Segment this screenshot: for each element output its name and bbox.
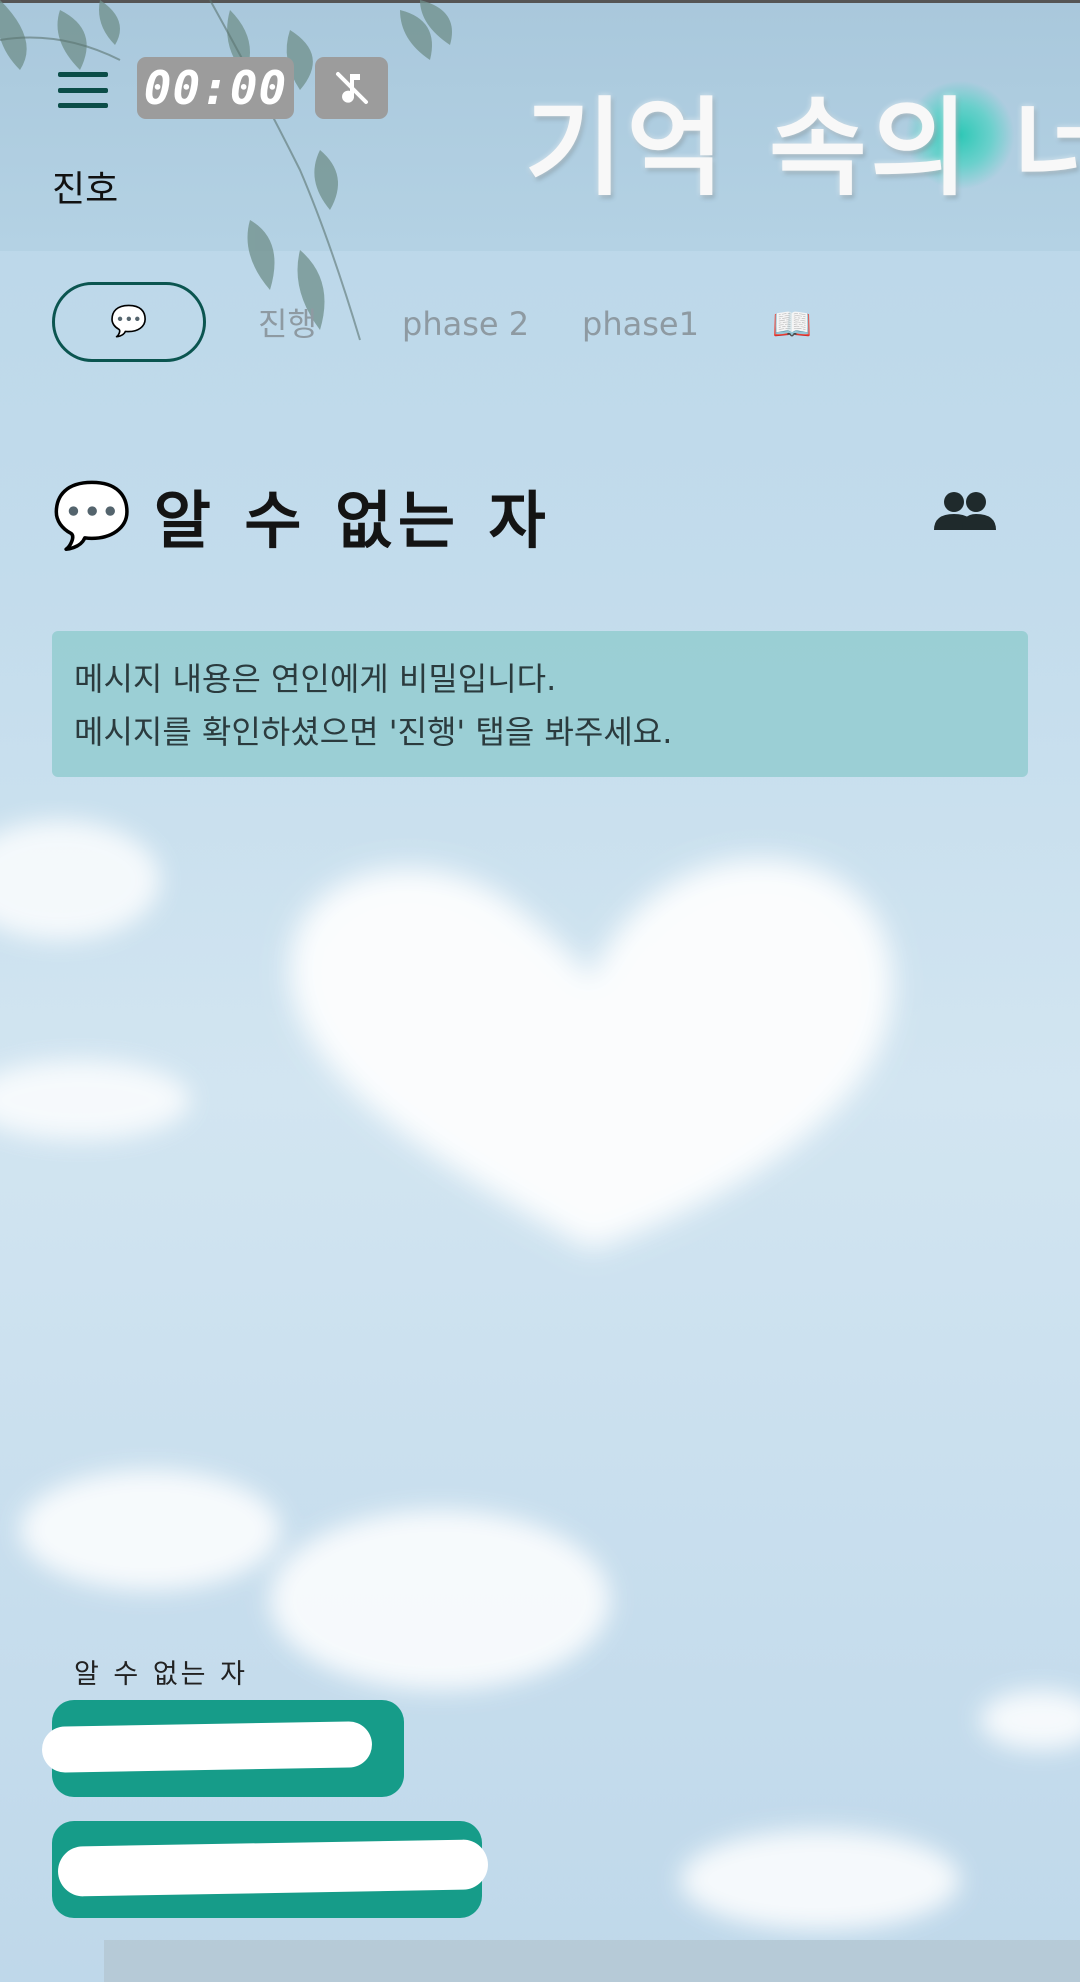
message-bubble[interactable] bbox=[41, 1700, 404, 1797]
app-logo: 기억 속의 너 bbox=[525, 87, 1080, 210]
heart-cloud-decoration bbox=[289, 859, 893, 1250]
input-bar[interactable] bbox=[104, 1940, 1080, 1982]
message-bubble[interactable] bbox=[52, 1821, 489, 1918]
music-off-icon bbox=[335, 72, 368, 104]
menu-bar bbox=[58, 103, 108, 108]
menu-bar bbox=[58, 87, 108, 93]
notice-line-1: 메시지 내용은 연인에게 비밀입니다. bbox=[74, 660, 557, 698]
secret-notice: 메시지 내용은 연인에게 비밀입니다. 메시지를 확인하셨으면 '진행' 탭을 … bbox=[52, 631, 1028, 777]
speech-bubble-icon: 💬 bbox=[52, 478, 132, 553]
menu-button[interactable] bbox=[58, 72, 108, 108]
chat-title: 알 수 없는 자 bbox=[153, 484, 552, 557]
tab-messages[interactable]: 💬 bbox=[52, 282, 206, 362]
speech-bubble-icon: 💬 bbox=[110, 304, 148, 339]
tab-phase-2[interactable]: phase 2 bbox=[402, 282, 529, 366]
tab-bar: 💬 진행 phase 2 phase1 📖 bbox=[0, 282, 1080, 366]
redaction-scribble bbox=[41, 1721, 373, 1773]
tab-progress[interactable]: 진행 bbox=[258, 282, 317, 366]
redaction-scribble bbox=[57, 1839, 489, 1897]
chat-heading: 💬 알 수 없는 자 bbox=[52, 470, 552, 560]
user-name: 진호 bbox=[52, 169, 119, 210]
cloud-decoration bbox=[0, 820, 190, 1140]
tab-book[interactable]: 📖 bbox=[772, 282, 812, 366]
notice-line-2: 메시지를 확인하셨으면 '진행' 탭을 봐주세요. bbox=[74, 713, 673, 751]
message-sender: 알 수 없는 자 bbox=[74, 1659, 248, 1690]
participants-button[interactable] bbox=[932, 488, 998, 538]
people-icon bbox=[934, 492, 996, 530]
timer-display: 00:00 bbox=[137, 57, 294, 119]
music-mute-button[interactable] bbox=[315, 57, 388, 119]
menu-bar bbox=[58, 72, 108, 77]
tab-phase-1[interactable]: phase1 bbox=[582, 282, 699, 366]
